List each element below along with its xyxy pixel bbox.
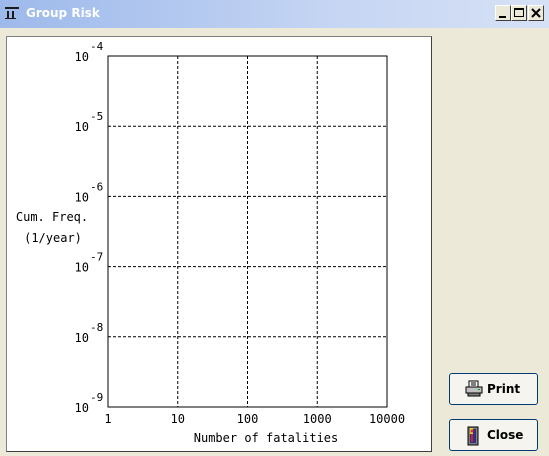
x-tick-label: 10 bbox=[171, 412, 185, 426]
y-tick-label: 10 bbox=[75, 50, 89, 64]
close-window-button[interactable] bbox=[528, 5, 544, 21]
fn-curve-chart: 10-910-810-710-610-510-4 1 10 100 1000 10000… bbox=[16, 40, 405, 445]
minimize-button[interactable] bbox=[495, 5, 511, 21]
x-tick-label: 1000 bbox=[303, 412, 332, 426]
printer-icon bbox=[465, 380, 483, 397]
y-tick-label: 10 bbox=[75, 401, 89, 415]
title-bar[interactable]: Group Risk bbox=[0, 0, 549, 28]
exit-door-icon bbox=[467, 426, 479, 446]
maximize-icon bbox=[514, 8, 524, 17]
y-axis-label-line2: (1/year) bbox=[24, 231, 82, 245]
minimize-icon bbox=[499, 16, 506, 18]
print-button-label: Print bbox=[487, 382, 521, 396]
x-tick-label: 100 bbox=[237, 412, 259, 426]
y-tick-label: 10 bbox=[75, 331, 89, 345]
close-button-label: Close bbox=[487, 428, 524, 442]
y-tick-label: 10 bbox=[75, 190, 89, 204]
close-icon bbox=[531, 8, 541, 18]
maximize-button[interactable] bbox=[511, 5, 527, 21]
y-tick-exponent: -5 bbox=[90, 110, 103, 123]
y-axis-label-line1: Cum. Freq. bbox=[16, 210, 88, 224]
chart-panel: 10 -9 10 -8 10 -7 10 -6 10 -5 10 -4 1 10 100 1000 10000… bbox=[6, 36, 432, 452]
app-icon bbox=[5, 7, 19, 19]
x-axis-label: Number of fatalities bbox=[194, 431, 339, 445]
y-tick-exponent: -6 bbox=[90, 180, 103, 193]
x-tick-label: 10000 bbox=[369, 412, 405, 426]
close-button[interactable]: Close bbox=[449, 419, 538, 451]
y-tick-label: 10 bbox=[75, 120, 89, 134]
y-tick-exponent: -7 bbox=[90, 251, 103, 264]
x-tick-label: 1 bbox=[104, 412, 111, 426]
y-tick-label: 10 bbox=[75, 261, 89, 275]
y-tick-exponent: -4 bbox=[90, 40, 104, 53]
print-button[interactable]: Print bbox=[449, 373, 538, 405]
window-title: Group Risk bbox=[26, 6, 100, 20]
y-tick-exponent: -9 bbox=[90, 391, 103, 404]
y-tick-exponent: -8 bbox=[90, 321, 103, 334]
